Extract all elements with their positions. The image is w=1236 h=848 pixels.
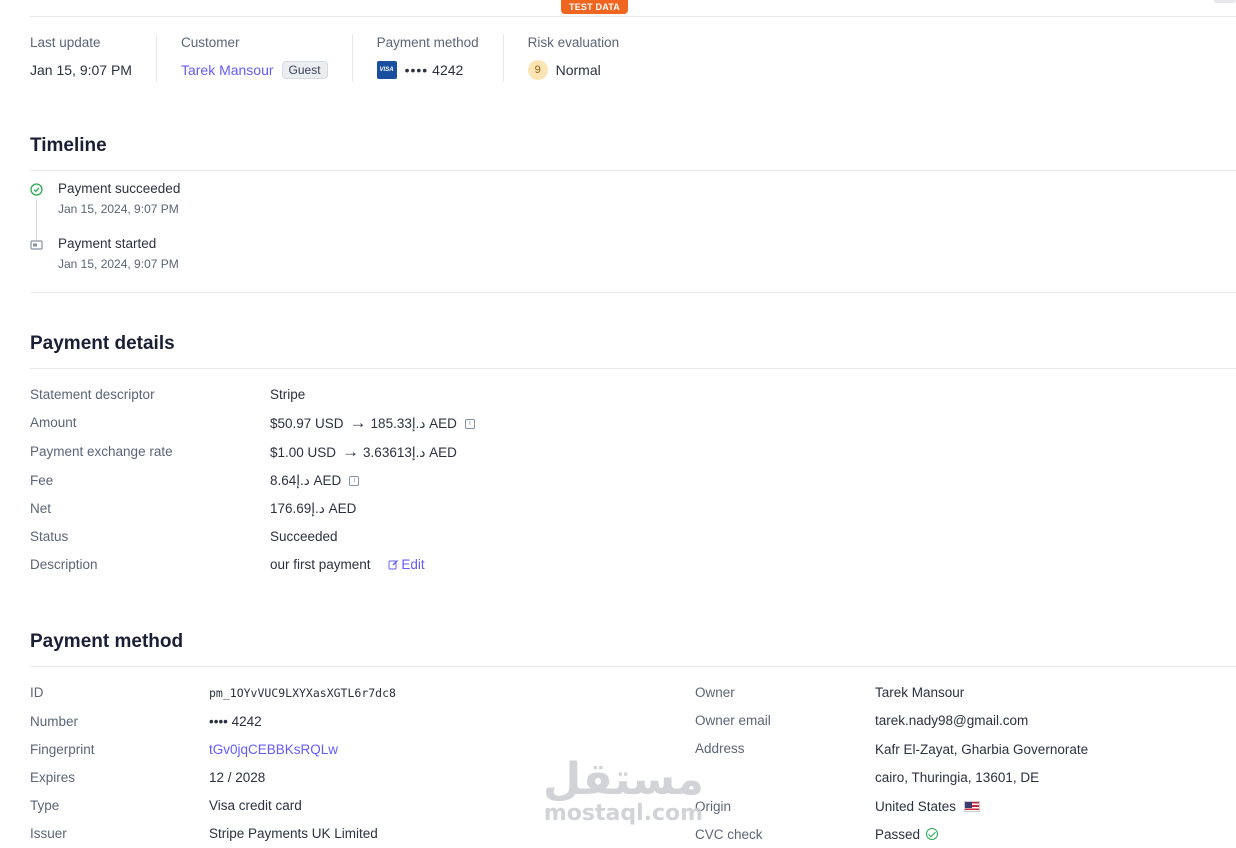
payment-method-summary: Payment method VISA •••• 4242 [376,34,504,82]
corner-tab [1214,0,1236,3]
card-icon [30,240,43,250]
fee-label: Fee [30,473,54,488]
pm-number-label: Number [30,714,79,729]
origin-value: United States [875,799,957,814]
edit-label: Edit [401,557,425,572]
pm-issuer-value: Stripe Payments UK Limited [209,826,378,841]
exchange-rate-label: Payment exchange rate [30,444,173,459]
visa-icon: VISA [376,61,397,79]
watermark-latin: mostaql.com [543,801,704,826]
customer-link[interactable]: Tarek Mansour [181,62,274,78]
card-dots: •••• [404,62,429,78]
watermark: مستقل mostaql.com [543,758,704,826]
risk-evaluation: Risk evaluation 9 Normal [527,34,644,82]
payment-details-title: Payment details [30,333,175,354]
timeline-title: Timeline [30,135,107,156]
timeline-event-time: Jan 15, 2024, 9:07 PM [58,202,179,216]
edit-description-button[interactable]: Edit [388,557,425,572]
pm-expires-label: Expires [30,770,76,785]
arrow-right-icon: → [342,442,360,461]
timeline-event-time: Jan 15, 2024, 9:07 PM [58,257,179,271]
exchange-rate-from: $1.00 USD [270,445,337,460]
summary-strip: Last update Jan 15, 9:07 PM Customer Tar… [30,34,667,82]
risk-label: Risk evaluation [527,35,620,50]
amount-from: $50.97 USD [270,416,344,431]
cvc-check-label: CVC check [695,827,763,842]
pm-id-value: pm_1OYvVUC9LXYXasXGTL6r7dc8 [209,686,396,700]
pm-expires-value: 12 / 2028 [209,770,266,785]
statement-descriptor-label: Statement descriptor [30,387,155,402]
check-circle-icon [30,183,43,196]
payment-details-divider [30,368,1236,369]
timeline-bottom-divider [30,292,1236,293]
pm-id-label: ID [30,685,44,700]
amount-to: 185.33د.إ AED [370,416,457,431]
status-label: Status [30,529,69,544]
us-flag-icon [964,801,981,812]
last-update-label: Last update [30,35,101,50]
timeline-divider [30,170,1236,171]
customer: Customer Tarek Mansour Guest [181,34,353,82]
timeline-connector [36,200,37,240]
info-icon[interactable]: i [464,419,475,430]
watermark-arabic: مستقل [543,754,704,805]
pm-fingerprint-link[interactable]: tGv0jqCEBBKsRQLw [209,742,338,757]
owner-email-label: Owner email [695,713,771,728]
test-data-badge: TEST DATA [561,0,628,14]
guest-badge: Guest [281,61,328,79]
customer-label: Customer [180,35,240,50]
pm-type-label: Type [30,798,60,813]
net-value: 176.69د.إ AED [270,501,357,516]
timeline-event-title: Payment started [58,236,157,251]
status-value: Succeeded [270,529,338,544]
card-last4: 4242 [432,62,464,78]
owner-label: Owner [695,685,735,700]
fee-value: 8.64د.إ AED [270,473,342,488]
payment-method-label: Payment method [376,35,479,50]
pm-issuer-label: Issuer [30,826,67,841]
info-icon[interactable]: i [349,476,360,487]
owner-email-value: tarek.nady98@gmail.com [875,713,1029,728]
address-line1: Kafr El-Zayat, Gharbia Governorate [875,742,1089,757]
cvc-check-value: Passed [875,827,921,842]
timeline-event-title: Payment succeeded [58,181,181,196]
address-line2: cairo, Thuringia, 13601, DE [875,770,1040,785]
risk-score-badge: 9 [527,60,548,80]
last-update-value: Jan 15, 9:07 PM [30,62,132,78]
arrow-right-icon: → [349,413,367,432]
top-divider [30,16,1236,17]
pm-number-value: •••• 4242 [209,714,262,729]
net-label: Net [30,501,52,516]
description-label: Description [30,557,98,572]
risk-level: Normal [555,62,601,78]
owner-value: Tarek Mansour [875,685,965,700]
statement-descriptor-value: Stripe [270,387,306,402]
payment-method-title: Payment method [30,631,184,652]
amount-label: Amount [30,415,77,430]
pm-fingerprint-label: Fingerprint [30,742,95,757]
pm-type-value: Visa credit card [209,798,302,813]
exchange-rate-to: 3.63613د.إ AED [363,445,457,460]
description-value: our first payment [270,557,371,572]
payment-method-divider [30,666,1236,667]
pencil-icon [388,560,399,570]
check-circle-icon [926,828,939,840]
last-update: Last update Jan 15, 9:07 PM [30,34,157,82]
